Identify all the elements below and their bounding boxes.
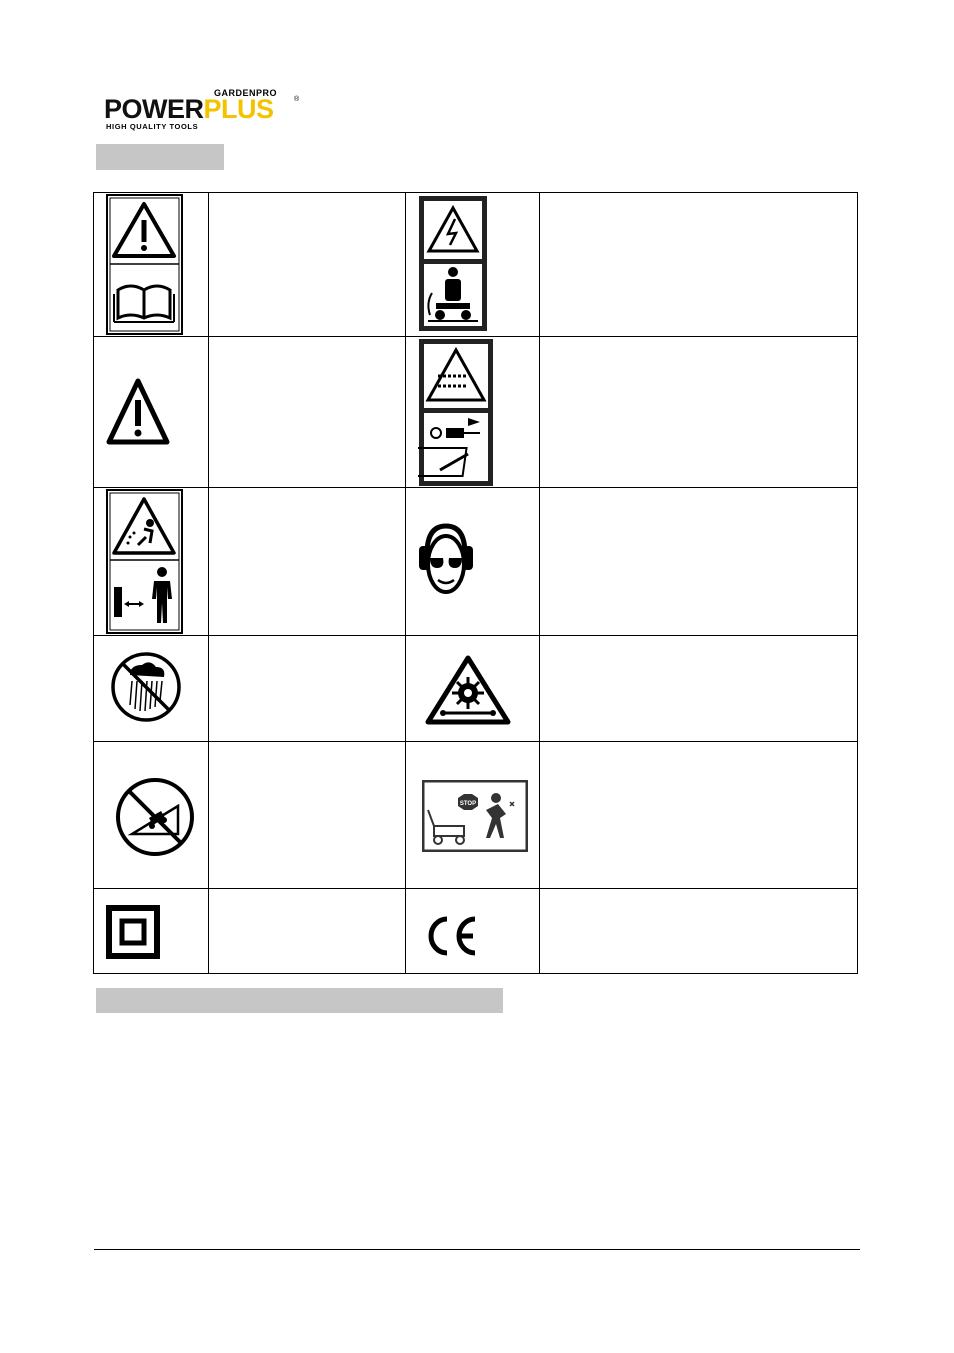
logo-wordmark: POWERPLUS xyxy=(104,94,274,124)
table-row-divider xyxy=(94,487,857,488)
symbols-table: STOP xyxy=(93,192,858,974)
stop-before-clearing-icon: STOP xyxy=(422,780,528,852)
table-column-divider xyxy=(405,193,406,973)
registered-mark: ® xyxy=(294,96,300,103)
no-slope-mowing-icon xyxy=(114,776,196,858)
ce-mark-icon xyxy=(423,911,483,961)
table-column-divider xyxy=(208,193,209,973)
table-row-divider xyxy=(94,336,857,337)
table-row-divider xyxy=(94,888,857,889)
section-heading-bar-symbols xyxy=(96,144,224,170)
table-row-divider xyxy=(94,635,857,636)
section-heading-bar-2 xyxy=(96,988,503,1013)
disconnect-plug-before-maintenance-icon xyxy=(418,338,494,487)
brand-logo: GARDENPRO POWERPLUS ® HIGH QUALITY TOOLS xyxy=(104,86,304,132)
double-insulation-icon xyxy=(106,905,160,959)
thrown-objects-keep-distance-icon xyxy=(106,489,183,634)
footer-divider xyxy=(94,1249,860,1250)
table-column-divider xyxy=(539,193,540,973)
warning-triangle-icon xyxy=(105,376,171,446)
table-row-divider xyxy=(94,741,857,742)
warning-read-manual-icon xyxy=(106,194,183,335)
wear-ear-eye-protection-icon xyxy=(418,522,474,598)
logo-tagline: HIGH QUALITY TOOLS xyxy=(106,122,199,131)
rotating-blade-warning-icon xyxy=(425,655,511,725)
no-rain-icon xyxy=(110,651,182,723)
svg-text:STOP: STOP xyxy=(460,801,476,807)
electric-shock-warning-icon xyxy=(418,195,488,332)
